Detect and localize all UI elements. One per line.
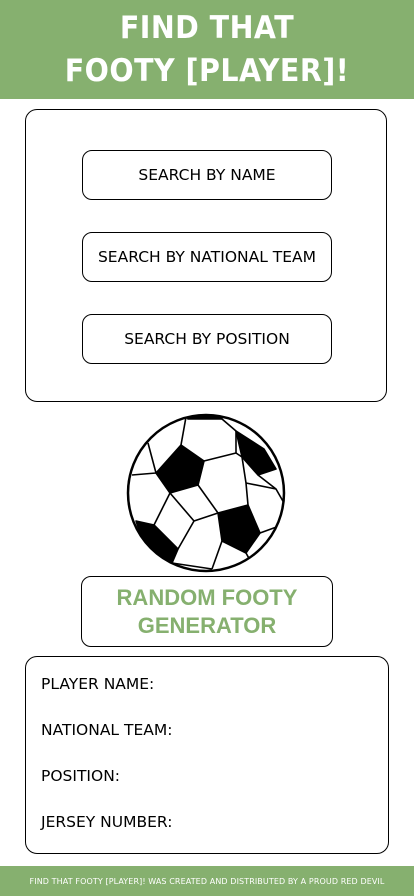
player-name-label: PLAYER NAME: (41, 675, 155, 693)
search-options-panel: SEARCH BY NAME SEARCH BY NATIONAL TEAM S… (25, 109, 387, 402)
jersey-number-label: JERSEY NUMBER: (41, 813, 173, 831)
search-by-position-button[interactable]: SEARCH BY POSITION (82, 314, 332, 364)
player-info-panel: PLAYER NAME: NATIONAL TEAM: POSITION: JE… (25, 656, 389, 854)
search-by-national-team-button[interactable]: SEARCH BY NATIONAL TEAM (82, 232, 332, 282)
random-footy-generator-button[interactable]: RANDOM FOOTY GENERATOR (81, 576, 333, 647)
page-footer: FIND THAT FOOTY [PLAYER]! WAS CREATED AN… (0, 866, 414, 896)
page-title-line-2: FOOTY [PLAYER]! (64, 53, 350, 89)
position-label: POSITION: (41, 767, 121, 785)
page-header: FIND THAT FOOTY [PLAYER]! (0, 0, 414, 99)
national-team-label: NATIONAL TEAM: (41, 721, 173, 739)
footer-credit-text: FIND THAT FOOTY [PLAYER]! WAS CREATED AN… (29, 876, 385, 886)
search-by-name-button[interactable]: SEARCH BY NAME (82, 150, 332, 200)
page-title-line-1: FIND THAT (119, 10, 295, 46)
soccer-ball-icon (126, 413, 286, 573)
random-footy-generator-label: RANDOM FOOTY GENERATOR (116, 584, 298, 638)
